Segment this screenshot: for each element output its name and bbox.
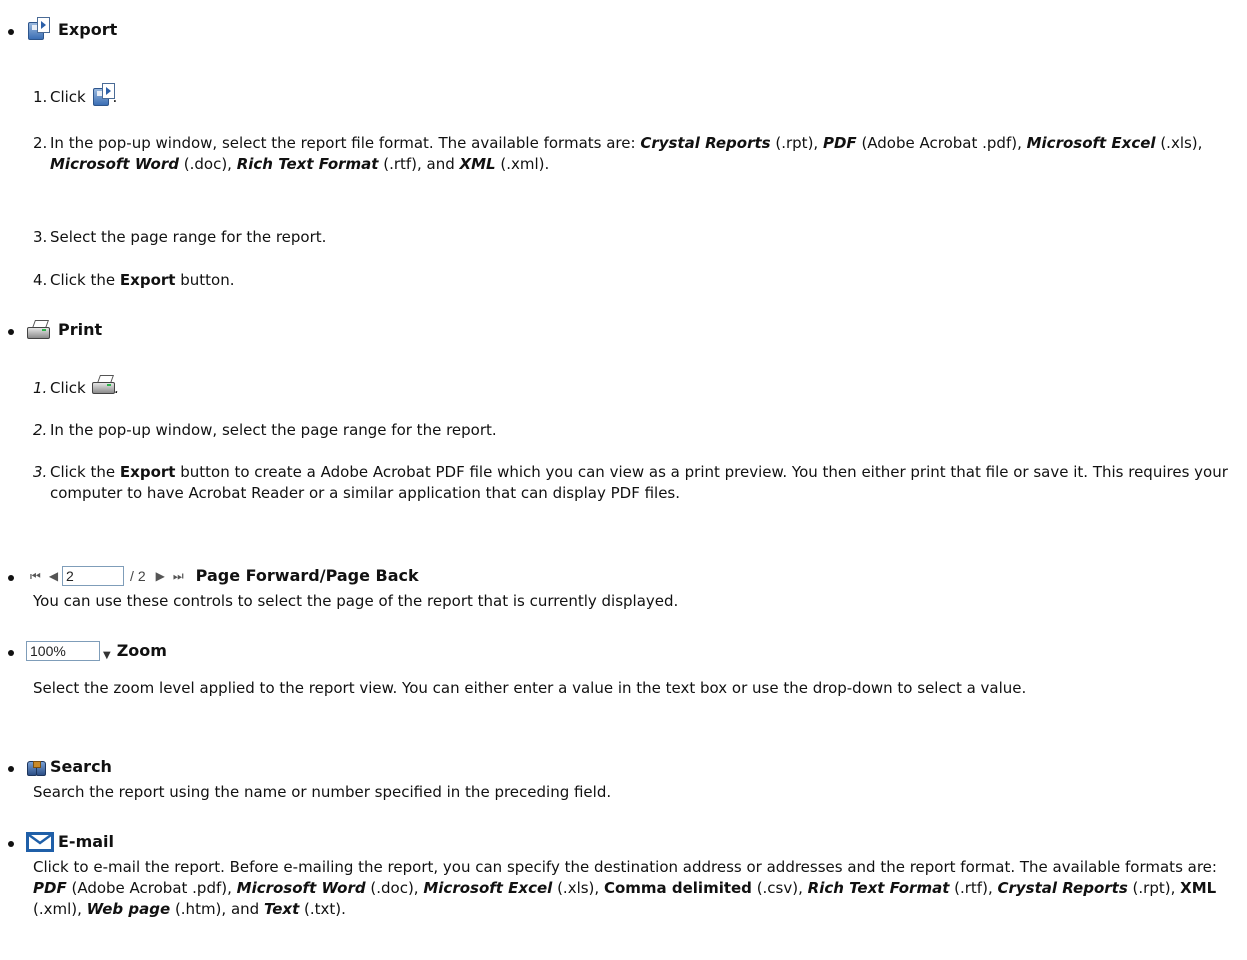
- bullet: [8, 841, 14, 847]
- bullet: [8, 329, 14, 335]
- export-step-1: 1. Click .: [33, 82, 117, 108]
- paging-description: You can use these controls to select the…: [33, 592, 679, 610]
- paging-heading: Page Forward/Page Back: [195, 566, 419, 585]
- email-heading-row: E-mail: [8, 832, 114, 852]
- bullet: [8, 650, 14, 656]
- bullet: [8, 575, 14, 581]
- email-description: Click to e-mail the report. Before e-mai…: [33, 858, 1217, 918]
- export-icon: [26, 16, 50, 40]
- paging-heading-row: ⏮ ◀ / 2 ▶ ⏭ Page Forward/Page Back: [8, 566, 419, 586]
- zoom-description: Select the zoom level applied to the rep…: [33, 679, 1027, 697]
- export-step-4: 4. Click the Export button.: [33, 271, 235, 289]
- first-page-icon[interactable]: ⏮: [30, 569, 41, 584]
- bullet: [8, 29, 14, 35]
- print-step-1: 1. Click .: [33, 375, 119, 399]
- export-heading: Export: [58, 20, 118, 39]
- print-heading: Print: [58, 320, 103, 339]
- next-page-icon[interactable]: ▶: [156, 569, 165, 583]
- page-navigation-control: ⏮ ◀ / 2 ▶ ⏭: [26, 566, 188, 586]
- printer-icon: [26, 320, 50, 340]
- printer-icon: [91, 375, 115, 395]
- zoom-dropdown-icon[interactable]: ▼: [103, 650, 111, 661]
- envelope-icon: [26, 832, 54, 852]
- export-step-3: 3. Select the page range for the report.: [33, 228, 327, 246]
- export-step-2: 2. In the pop-up window, select the repo…: [33, 134, 1203, 173]
- help-page: Export 1. Click . 2. In the pop-up window…: [0, 0, 1247, 960]
- print-step-3: 3. Click the Export button to create a A…: [33, 463, 1228, 502]
- export-icon: [91, 82, 115, 106]
- search-heading: Search: [50, 757, 112, 776]
- email-heading: E-mail: [58, 832, 115, 851]
- print-heading-row: Print: [8, 320, 102, 340]
- print-step-2: 2. In the pop-up window, select the page …: [33, 421, 497, 439]
- zoom-input[interactable]: [26, 641, 100, 661]
- search-description: Search the report using the name or numb…: [33, 783, 612, 801]
- zoom-heading-row: ▼ Zoom: [8, 641, 167, 661]
- page-number-input[interactable]: [62, 566, 125, 586]
- page-total: / 2: [130, 568, 146, 584]
- bullet: [8, 766, 14, 772]
- zoom-heading: Zoom: [116, 641, 167, 660]
- search-heading-row: Search: [8, 757, 112, 777]
- export-heading-row: Export: [8, 16, 117, 40]
- last-page-icon[interactable]: ⏭: [173, 569, 184, 584]
- binoculars-icon: [26, 757, 46, 777]
- previous-page-icon[interactable]: ◀: [49, 569, 58, 583]
